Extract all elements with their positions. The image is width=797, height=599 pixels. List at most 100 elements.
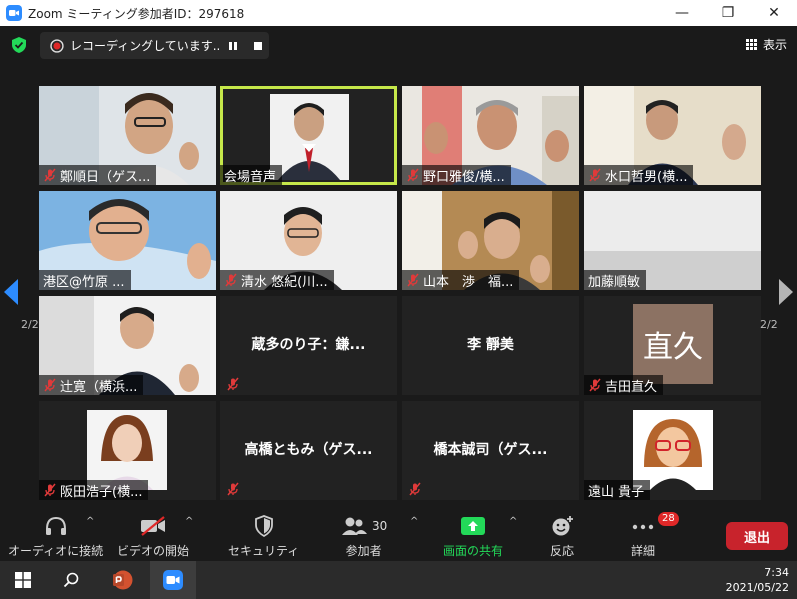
video-off-icon — [141, 516, 165, 536]
avatar-text: 直久 — [643, 330, 703, 365]
encryption-shield-icon[interactable] — [10, 36, 28, 54]
participant-tile[interactable]: 遠山 貴子 — [584, 401, 761, 500]
zoom-app-icon — [163, 570, 183, 590]
participant-tile[interactable]: 加藤順敏 — [584, 191, 761, 290]
participant-name-label: 野口雅俊/横... — [402, 165, 511, 185]
participant-tile[interactable]: 蔵多のり子：鎌... — [220, 296, 397, 395]
taskbar-powerpoint[interactable] — [99, 561, 145, 599]
zoom-logo-icon — [6, 5, 22, 21]
clock-date: 2021/05/22 — [725, 581, 789, 594]
notification-badge: 28 — [658, 512, 679, 526]
next-page-arrow-icon[interactable] — [777, 247, 797, 337]
mic-muted-icon — [44, 168, 56, 182]
mic-muted-icon — [44, 378, 56, 392]
grid-view-icon — [745, 38, 758, 51]
participant-tile-active-speaker[interactable]: 会場音声 — [220, 86, 397, 185]
share-screen-button[interactable]: 画面の共有 — [443, 514, 503, 559]
participant-tile[interactable]: 直久 吉田直久 — [584, 296, 761, 395]
recording-dot-icon — [50, 38, 64, 53]
mic-muted-icon — [409, 482, 421, 496]
taskbar-search-button[interactable] — [48, 561, 94, 599]
participant-name: 遠山 貴子 — [588, 484, 645, 500]
reactions-label: 反応 — [550, 544, 575, 558]
meeting-toolbar: オーディオに接続 ^ ビデオの開始 ^ セキュリティ 30 参加者 ^ 画面の共… — [0, 506, 797, 561]
windows-logo-icon — [15, 572, 31, 588]
participants-label: 参加者 — [345, 544, 382, 558]
participant-name-center: 蔵多のり子：鎌... — [251, 337, 366, 353]
clock-time: 7:34 — [764, 566, 789, 579]
participant-tile[interactable]: 鄭順日（ゲス... — [39, 86, 216, 185]
participants-icon — [342, 517, 367, 535]
mic-muted-icon — [225, 273, 237, 287]
security-shield-icon — [254, 515, 273, 537]
audio-options-caret-icon[interactable]: ^ — [86, 516, 94, 527]
participant-tile[interactable]: 清水 悠紀(川... — [220, 191, 397, 290]
participant-name-label: 港区@竹原 ... — [39, 270, 131, 290]
start-video-button[interactable]: ビデオの開始 — [117, 514, 189, 559]
maximize-button[interactable]: ❐ — [705, 0, 751, 26]
participant-tile[interactable]: 港区@竹原 ... — [39, 191, 216, 290]
participant-name: 吉田直久 — [605, 379, 658, 395]
leave-meeting-button[interactable]: 退出 — [726, 522, 788, 550]
participant-name: 野口雅俊/横... — [423, 169, 505, 185]
participant-tile[interactable]: 野口雅俊/横... — [402, 86, 579, 185]
reactions-button[interactable]: 反応 — [550, 514, 574, 559]
more-label: 詳細 — [631, 544, 656, 558]
mic-muted-icon — [407, 273, 419, 287]
start-button[interactable] — [0, 561, 46, 599]
audio-label: オーディオに接続 — [8, 544, 104, 558]
taskbar-zoom[interactable] — [150, 561, 196, 599]
participant-name: 水口哲男(横... — [605, 169, 688, 185]
view-label: 表示 — [762, 38, 787, 52]
headphone-icon — [45, 516, 66, 535]
participant-name: 山本 渉 福... — [423, 274, 514, 290]
zoom-window: Zoom ミーティング参加者ID：297618 — ❐ ✕ レコーディングしてい… — [0, 0, 797, 599]
mic-muted-icon — [407, 168, 419, 182]
share-options-caret-icon[interactable]: ^ — [509, 516, 517, 527]
participant-tile[interactable]: 李 靜美 — [402, 296, 579, 395]
stop-icon — [254, 41, 263, 50]
previous-page-arrow-icon[interactable] — [0, 247, 20, 337]
participant-name-center: 橋本誠司（ゲス... — [433, 442, 548, 458]
video-options-caret-icon[interactable]: ^ — [185, 516, 193, 527]
security-button[interactable]: セキュリティ — [228, 514, 299, 559]
participant-name-label: 清水 悠紀(川... — [220, 270, 334, 290]
participant-name-label: 吉田直久 — [584, 375, 664, 395]
participant-tile[interactable]: 高橋ともみ（ゲス... — [220, 401, 397, 500]
avatar: 直久 — [633, 304, 713, 384]
stop-recording-button[interactable] — [247, 35, 269, 57]
participant-name-center: 高橋ともみ（ゲス... — [244, 442, 373, 458]
participant-name-label: 加藤順敏 — [584, 270, 647, 290]
participant-name: 港区@竹原 ... — [43, 274, 125, 290]
close-button[interactable]: ✕ — [751, 0, 797, 26]
participant-tile[interactable]: 水口哲男(横... — [584, 86, 761, 185]
participants-button[interactable]: 30 参加者 — [340, 514, 387, 559]
participant-tile[interactable]: 山本 渉 福... — [402, 191, 579, 290]
mic-muted-icon — [227, 482, 239, 496]
view-button[interactable]: 表示 — [745, 36, 787, 53]
pause-recording-button[interactable] — [222, 35, 244, 57]
powerpoint-icon — [113, 570, 133, 590]
participant-name: 清水 悠紀(川... — [241, 274, 328, 290]
recording-status-text: レコーディングしています... — [69, 39, 220, 53]
more-button[interactable]: 詳細 — [631, 514, 655, 559]
participant-name-center: 李 靜美 — [467, 337, 514, 353]
participants-options-caret-icon[interactable]: ^ — [410, 516, 418, 527]
participant-name-label: 阪田浩子(横... — [39, 480, 149, 500]
minimize-button[interactable]: — — [659, 0, 705, 26]
participant-name-label: 辻寛（横浜... — [39, 375, 144, 395]
participant-tile[interactable]: 辻寛（横浜... — [39, 296, 216, 395]
reaction-smiley-icon — [552, 516, 573, 536]
participant-name-label: 山本 渉 福... — [402, 270, 520, 290]
mic-muted-icon — [589, 378, 601, 392]
page-indicator-left: 2/2 — [21, 318, 39, 331]
participant-tile[interactable]: 橋本誠司（ゲス... — [402, 401, 579, 500]
participant-tile[interactable]: 阪田浩子(横... — [39, 401, 216, 500]
window-title: Zoom ミーティング参加者ID：297618 — [28, 6, 245, 21]
participants-count: 30 — [372, 519, 388, 533]
meeting-header: レコーディングしています... 表示 — [0, 26, 797, 66]
taskbar-clock[interactable]: 7:34 2021/05/22 — [726, 565, 789, 595]
search-icon — [63, 572, 79, 588]
share-screen-icon — [461, 517, 485, 535]
participant-name-label: 会場音声 — [220, 165, 283, 185]
